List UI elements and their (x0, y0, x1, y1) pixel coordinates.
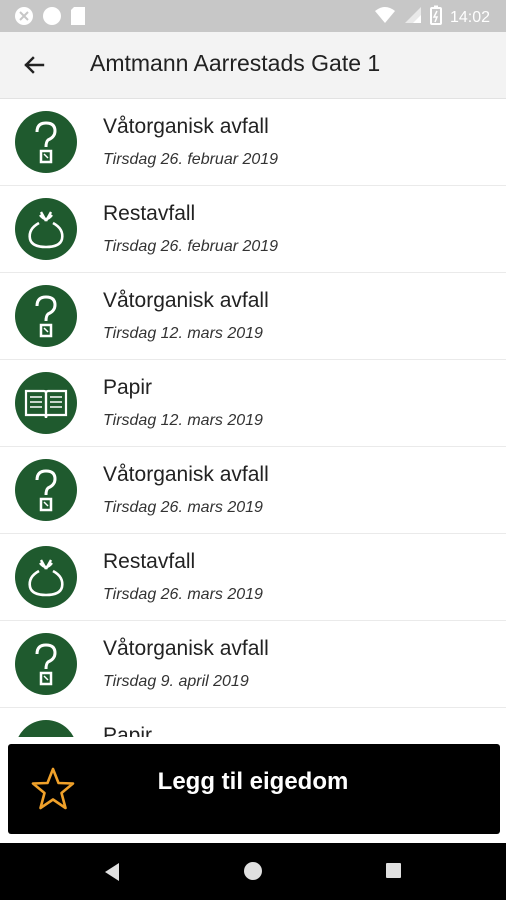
nav-back-icon[interactable] (103, 862, 121, 887)
arrow-left-icon (24, 56, 45, 74)
app-notification-icon (14, 6, 34, 31)
page-title: Amtmann Aarrestads Gate 1 (90, 50, 381, 76)
item-date: Tirsdag 12. mars 2019 (103, 412, 263, 429)
list-item[interactable]: Våtorganisk avfall Tirsdag 26. mars 2019 (0, 447, 506, 534)
nav-home-icon[interactable] (244, 862, 262, 880)
item-date: Tirsdag 26. mars 2019 (103, 499, 263, 516)
item-title: Restavfall (103, 202, 196, 225)
item-title: Våtorganisk avfall (103, 463, 269, 486)
signal-icon (404, 6, 422, 29)
question-icon (15, 633, 77, 695)
question-icon (15, 285, 77, 347)
item-date: Tirsdag 26. februar 2019 (103, 238, 279, 255)
pickup-list: Våtorganisk avfall Tirsdag 26. februar 2… (0, 99, 506, 737)
action-area: Legg til eigedom (0, 737, 506, 843)
status-bar: 14:02 (0, 0, 506, 32)
item-title: Papir (103, 724, 153, 737)
list-item[interactable]: Våtorganisk avfall Tirsdag 12. mars 2019 (0, 273, 506, 360)
list-item[interactable]: Våtorganisk avfall Tirsdag 9. april 2019 (0, 621, 506, 708)
item-title: Våtorganisk avfall (103, 289, 269, 312)
item-title: Våtorganisk avfall (103, 115, 269, 138)
list-item[interactable]: Våtorganisk avfall Tirsdag 26. februar 2… (0, 99, 506, 186)
battery-icon (429, 5, 442, 30)
question-icon (15, 111, 77, 173)
list-item[interactable]: Restavfall Tirsdag 26. februar 2019 (0, 186, 506, 273)
item-title: Restavfall (103, 550, 196, 573)
item-title: Våtorganisk avfall (103, 637, 269, 660)
status-bar-notifications (14, 6, 86, 31)
nav-recents-icon[interactable] (386, 863, 401, 878)
status-bar-system: 14:02 (374, 5, 490, 30)
item-date: Tirsdag 26. mars 2019 (103, 586, 263, 603)
list-item[interactable]: Papir (0, 708, 506, 737)
question-icon (15, 459, 77, 521)
circle-notification-icon (42, 6, 62, 31)
system-nav-bar (0, 843, 506, 900)
bag-icon (15, 198, 77, 260)
add-property-label: Legg til eigedom (157, 768, 349, 795)
list-item[interactable]: Restavfall Tirsdag 26. mars 2019 (0, 534, 506, 621)
app-bar: Amtmann Aarrestads Gate 1 (0, 32, 506, 99)
item-title: Papir (103, 376, 153, 399)
list-item[interactable]: Papir Tirsdag 12. mars 2019 (0, 360, 506, 447)
bag-icon (15, 546, 77, 608)
item-date: Tirsdag 9. april 2019 (103, 673, 249, 690)
sd-card-icon (70, 6, 86, 31)
item-date: Tirsdag 26. februar 2019 (103, 151, 279, 168)
status-time: 14:02 (449, 8, 490, 26)
wifi-icon (374, 6, 396, 29)
newspaper-icon (15, 720, 77, 737)
back-button[interactable] (16, 47, 52, 83)
newspaper-icon (15, 372, 77, 434)
item-date: Tirsdag 12. mars 2019 (103, 325, 263, 342)
